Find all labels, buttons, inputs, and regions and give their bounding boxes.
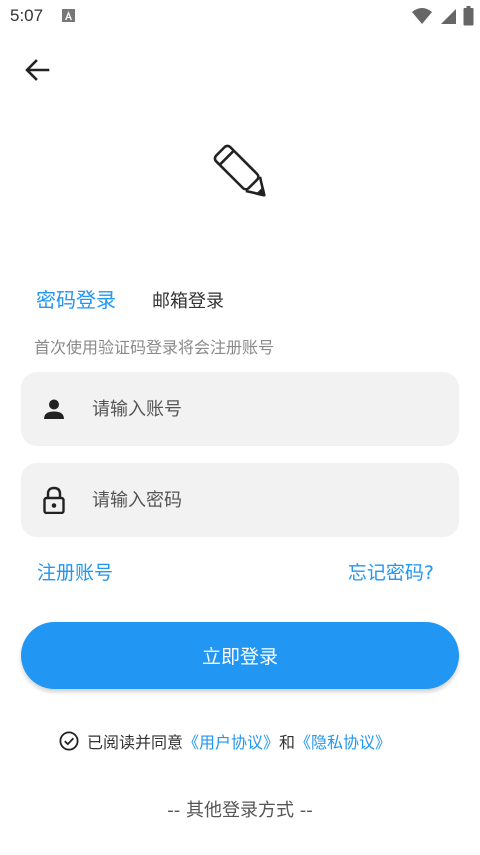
back-button[interactable] xyxy=(20,54,54,86)
account-input[interactable] xyxy=(92,398,412,420)
tab-email-login[interactable]: 邮箱登录 xyxy=(152,287,224,313)
lock-icon xyxy=(41,486,67,514)
agreement-and: 和 xyxy=(279,733,296,752)
forgot-password-link[interactable]: 忘记密码? xyxy=(348,558,434,585)
user-agreement-link[interactable]: 《用户协议》 xyxy=(183,729,279,753)
register-hint: 首次使用验证码登录将会注册账号 xyxy=(34,338,275,357)
status-icons xyxy=(411,6,474,30)
register-link[interactable]: 注册账号 xyxy=(37,558,113,585)
password-field[interactable] xyxy=(21,463,459,537)
account-field[interactable] xyxy=(21,372,459,446)
check-circle-icon xyxy=(59,731,79,751)
person-icon xyxy=(41,396,67,422)
pencil-icon xyxy=(210,140,276,208)
status-time: 5:07 xyxy=(10,6,44,25)
wifi-icon xyxy=(411,7,433,29)
login-tabs: 密码登录 邮箱登录 xyxy=(36,284,224,313)
arrow-left-icon xyxy=(25,59,50,81)
tab-password-login[interactable]: 密码登录 xyxy=(36,284,116,313)
agreement-checkbox[interactable] xyxy=(59,731,79,751)
privacy-agreement-link[interactable]: 《隐私协议》 xyxy=(295,729,391,753)
password-input[interactable] xyxy=(92,489,412,511)
status-bar: 5:07 xyxy=(0,0,480,32)
agreement-row: 已阅读并同意 《用户协议》 和 《隐私协议》 xyxy=(59,729,391,753)
battery-icon xyxy=(463,6,474,30)
notification-a-icon xyxy=(62,9,75,22)
login-button[interactable]: 立即登录 xyxy=(21,622,459,689)
other-login-label: -- 其他登录方式 -- xyxy=(167,800,313,821)
signal-icon xyxy=(439,7,457,29)
agreement-prefix: 已阅读并同意 xyxy=(87,733,184,752)
